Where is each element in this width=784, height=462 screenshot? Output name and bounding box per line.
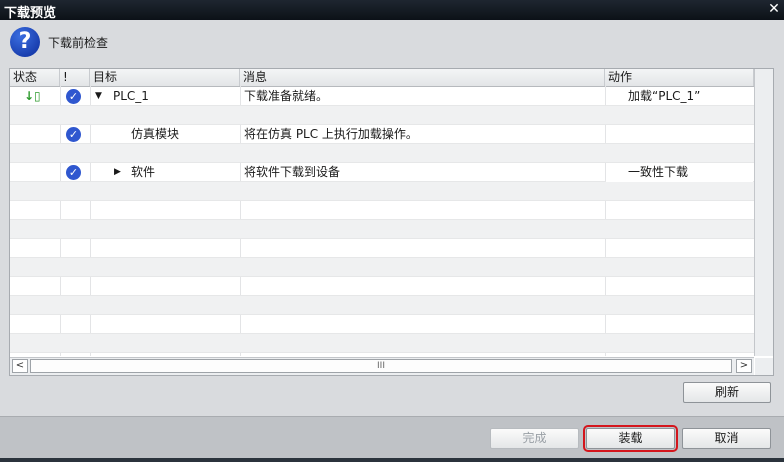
table-row	[10, 296, 754, 315]
download-arrow-icon: ↓▯	[24, 89, 41, 103]
table-row	[10, 258, 754, 277]
preview-table: 状态 ! 目标 消息 动作 ↓▯ ✓ ▼ PLC_1 下载准备就绪。 加载“PL…	[9, 68, 774, 376]
table-row	[10, 334, 754, 353]
header-text: 下载前检查	[48, 36, 109, 50]
table-row	[10, 201, 754, 220]
target-cell: PLC_1	[113, 89, 149, 103]
scroll-thumb[interactable]: III	[30, 359, 732, 373]
message-cell: 将软件下载到设备	[244, 165, 341, 179]
check-icon: ✓	[66, 165, 81, 180]
table-row	[10, 106, 754, 125]
table-row	[10, 277, 754, 296]
window-border	[0, 458, 784, 462]
footer-bar: 完成 装载 取消	[0, 416, 784, 462]
close-icon[interactable]: ✕	[767, 1, 781, 17]
window-title: 下载预览	[4, 6, 57, 21]
action-cell[interactable]: 加载“PLC_1”	[628, 87, 700, 106]
vertical-scrollbar[interactable]	[754, 69, 773, 356]
scroll-corner	[755, 358, 773, 375]
scroll-left-icon[interactable]: <	[12, 359, 28, 373]
load-button[interactable]: 装载	[583, 425, 678, 452]
refresh-button[interactable]: 刷新	[683, 382, 771, 403]
column-header-alert[interactable]: !	[60, 69, 90, 86]
header-area: ? 下载前检查	[0, 20, 784, 64]
table-row	[10, 239, 754, 258]
table-row	[10, 220, 754, 239]
table-row	[10, 144, 754, 163]
scroll-right-icon[interactable]: >	[736, 359, 752, 373]
title-bar: 下载预览 ✕	[0, 0, 784, 21]
table-row[interactable]: ✓ 仿真模块 将在仿真 PLC 上执行加载操作。	[10, 125, 754, 144]
table-row	[10, 315, 754, 334]
message-cell: 下载准备就绪。	[244, 89, 329, 103]
question-icon: ?	[10, 27, 40, 57]
table-row[interactable]: ↓▯ ✓ ▼ PLC_1 下载准备就绪。 加载“PLC_1”	[10, 87, 754, 106]
column-header-status[interactable]: 状态	[10, 69, 60, 86]
action-cell[interactable]: 一致性下载	[606, 163, 753, 182]
column-header-target[interactable]: 目标	[90, 69, 240, 86]
target-cell: 软件	[131, 165, 156, 179]
table-header: 状态 ! 目标 消息 动作	[10, 69, 773, 87]
check-icon: ✓	[66, 127, 81, 142]
table-row[interactable]: ✓ ▶ 软件 将软件下载到设备 一致性下载	[10, 163, 754, 182]
check-icon: ✓	[66, 89, 81, 104]
column-header-message[interactable]: 消息	[240, 69, 605, 86]
target-cell: 仿真模块	[131, 127, 180, 141]
cancel-button[interactable]: 取消	[682, 428, 771, 449]
expand-icon[interactable]: ▼	[95, 87, 102, 106]
finish-button[interactable]: 完成	[490, 428, 579, 449]
horizontal-scrollbar[interactable]: < III >	[10, 357, 754, 375]
column-header-action[interactable]: 动作	[605, 69, 754, 86]
table-row	[10, 182, 754, 201]
message-cell: 将在仿真 PLC 上执行加载操作。	[244, 127, 418, 141]
expand-icon[interactable]: ▶	[114, 163, 121, 182]
